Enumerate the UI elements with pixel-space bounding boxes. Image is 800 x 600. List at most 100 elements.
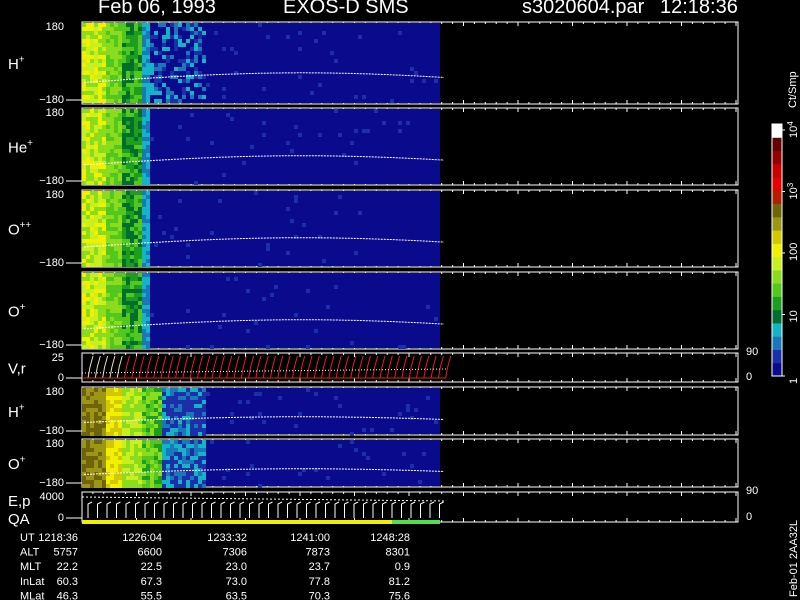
heatmap-cell — [102, 468, 106, 472]
colorbar-swatch — [772, 230, 782, 244]
heatmap-cell — [334, 59, 338, 63]
heatmap-cell — [170, 392, 174, 396]
heatmap-cell — [198, 71, 202, 75]
heatmap-cell — [130, 259, 134, 263]
heatmap-cell — [134, 51, 138, 55]
heatmap-cell — [90, 239, 94, 243]
heatmap-cell — [118, 408, 122, 412]
energy-step — [182, 501, 188, 518]
heatmap-cell — [166, 388, 170, 392]
heatmap-cell — [166, 444, 170, 448]
heatmap-cell — [90, 203, 94, 207]
heatmap-cell — [170, 424, 174, 428]
heatmap-cell — [134, 27, 138, 31]
heatmap-cell — [86, 51, 90, 55]
heatmap-cell — [118, 440, 122, 444]
heatmap-cell — [202, 408, 206, 412]
heatmap-cell — [102, 428, 106, 432]
heatmap-cell — [138, 63, 142, 67]
heatmap-cell — [126, 177, 130, 181]
heatmap-cell — [98, 71, 102, 75]
heatmap-cell — [102, 55, 106, 59]
heatmap-cell — [90, 400, 94, 404]
heatmap-cell — [134, 129, 138, 133]
heatmap-cell — [382, 472, 386, 476]
heatmap-cell — [118, 412, 122, 416]
heatmap-cell — [146, 476, 150, 480]
heatmap-cell — [114, 191, 118, 195]
heatmap-cell — [86, 412, 90, 416]
heatmap-cell — [86, 476, 90, 480]
heatmap-cell — [146, 412, 150, 416]
heatmap-cell — [122, 199, 126, 203]
heatmap-cell — [154, 440, 158, 444]
heatmap-cell — [158, 464, 162, 468]
velocity-spike — [386, 355, 393, 379]
heatmap-cell — [102, 337, 106, 341]
heatmap-cell — [94, 95, 98, 99]
heatmap-cell — [118, 71, 122, 75]
heatmap-cell — [110, 117, 114, 121]
heatmap-cell — [114, 137, 118, 141]
heatmap-cell — [250, 145, 254, 149]
heatmap-cell — [106, 191, 110, 195]
heatmap-cell — [98, 223, 102, 227]
velocity-spike — [182, 355, 189, 379]
heatmap-cell — [186, 464, 190, 468]
heatmap-cell — [194, 448, 198, 452]
heatmap-cell — [94, 484, 98, 488]
heatmap-cell — [154, 420, 158, 424]
heatmap-cell — [94, 145, 98, 149]
heatmap-cell — [426, 305, 430, 309]
ephemeris-value: 8301 — [386, 547, 410, 559]
heatmap-cell — [138, 277, 142, 281]
heatmap-cell — [154, 448, 158, 452]
heatmap-cell — [118, 231, 122, 235]
heatmap-cell — [142, 39, 146, 43]
colorbar-swatch — [772, 269, 782, 284]
colorbar-swatch — [772, 283, 782, 297]
heatmap-cell — [102, 83, 106, 87]
heatmap-cell — [194, 83, 198, 87]
heatmap-cell — [142, 51, 146, 55]
heatmap-cell — [150, 472, 154, 476]
heatmap-cell — [190, 440, 194, 444]
heatmap-cell — [194, 408, 198, 412]
velocity-spike — [240, 355, 247, 379]
heatmap-cell — [150, 444, 154, 448]
tick-label-top: 4000 — [40, 491, 64, 503]
heatmap-cell — [114, 133, 118, 137]
heatmap-cell — [102, 255, 106, 259]
heatmap-cell — [142, 440, 146, 444]
heatmap-cell — [134, 239, 138, 243]
heatmap-cell — [106, 263, 110, 267]
heatmap-cell — [102, 484, 106, 488]
heatmap-cell — [114, 153, 118, 157]
colorbar-swatch — [772, 216, 782, 231]
ephemeris-value: 1226:04 — [122, 532, 162, 544]
heatmap-cell — [126, 43, 130, 47]
heatmap-cell — [94, 273, 98, 277]
panel-3 — [66, 271, 739, 350]
heatmap-cell — [82, 55, 86, 59]
ephemeris-value: 5757 — [54, 547, 78, 559]
heatmap-cell — [94, 432, 98, 436]
heatmap-cell — [142, 113, 146, 117]
heatmap-cell — [94, 35, 98, 39]
heatmap-cell — [202, 476, 206, 480]
heatmap-cell — [118, 480, 122, 484]
heatmap-cell — [162, 392, 166, 396]
heatmap-cell — [86, 404, 90, 408]
heatmap-cell — [86, 199, 90, 203]
heatmap-cell — [362, 129, 366, 133]
heatmap-cell — [298, 133, 302, 137]
heatmap-cell — [126, 47, 130, 51]
heatmap-cell — [130, 428, 134, 432]
heatmap-cell — [102, 207, 106, 211]
heatmap-cell — [134, 125, 138, 129]
heatmap-cell — [126, 211, 130, 215]
heatmap-cell — [142, 125, 146, 129]
heatmap-cell — [142, 227, 146, 231]
heatmap-cell — [422, 79, 426, 83]
heatmap-cell — [126, 31, 130, 35]
